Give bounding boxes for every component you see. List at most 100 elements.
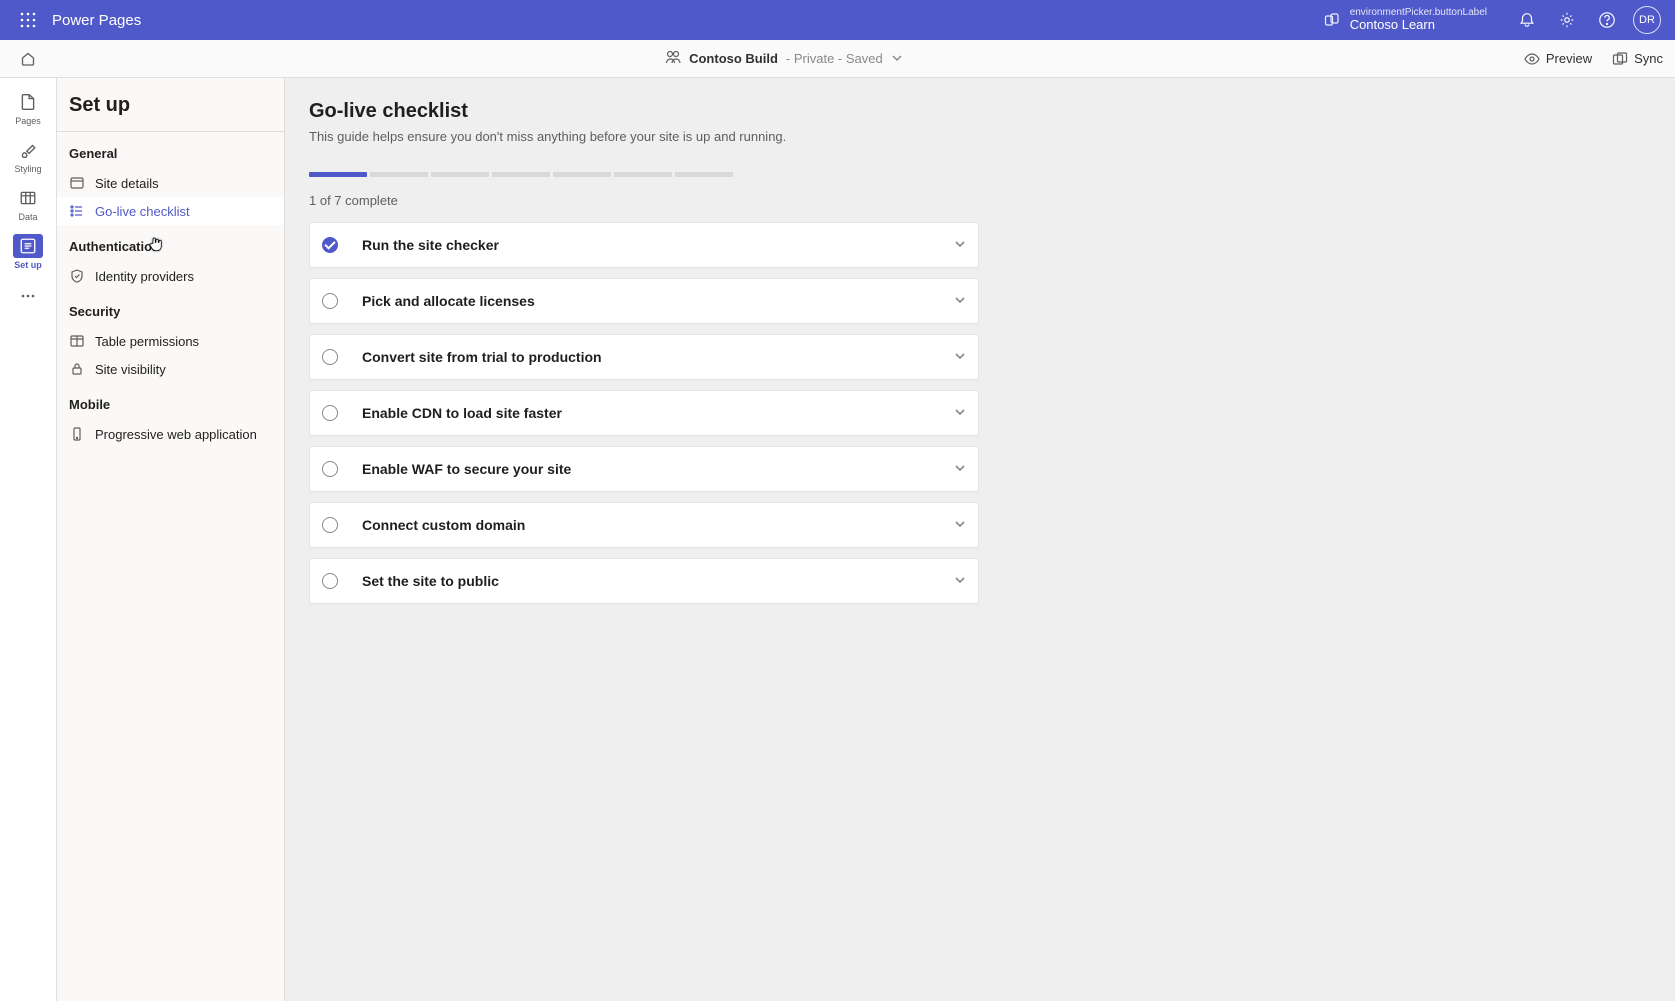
checklist-card-title: Pick and allocate licenses [362,293,954,309]
sidebar-title: Set up [57,78,284,132]
progress-segment [492,172,550,177]
chevron-down-icon [954,573,966,589]
chevron-down-icon [954,461,966,477]
shield-icon [69,268,85,284]
site-picker[interactable]: Contoso Build - Private - Saved [44,49,1524,68]
checklist-card[interactable]: Enable WAF to secure your site [309,446,979,492]
sync-button[interactable]: Sync [1612,51,1663,67]
checklist-card[interactable]: Connect custom domain [309,502,979,548]
progress-segment [614,172,672,177]
section-general: General [57,132,284,169]
app-launcher-icon[interactable] [8,0,48,40]
checklist-card[interactable]: Pick and allocate licenses [309,278,979,324]
empty-circle-icon [322,517,338,533]
sidebar-item-label: Site visibility [95,362,166,377]
sidebar-item-table-permissions[interactable]: Table permissions [57,327,284,355]
sidebar-item-go-live-checklist[interactable]: Go-live checklist [57,197,284,225]
chevron-down-icon [954,517,966,533]
checklist-card-title: Run the site checker [362,237,954,253]
progress-bar [309,172,1651,177]
sync-icon [1612,51,1628,67]
app-title: Power Pages [48,12,141,29]
sync-button-label: Sync [1634,51,1663,66]
progress-segment [431,172,489,177]
empty-circle-icon [322,405,338,421]
setup-icon [13,234,43,258]
nav-rail: Pages Styling Data Set up [0,78,57,1001]
section-security: Security [57,290,284,327]
chevron-down-icon [954,349,966,365]
empty-circle-icon [322,573,338,589]
site-name: Contoso Build [689,51,778,66]
checklist-card-title: Set the site to public [362,573,954,589]
rail-item-label: Pages [15,116,41,126]
sidebar-item-label: Site details [95,176,159,191]
table-icon [69,333,85,349]
site-details-icon [69,175,85,191]
sidebar-item-site-visibility[interactable]: Site visibility [57,355,284,383]
checklist-card[interactable]: Enable CDN to load site faster [309,390,979,436]
rail-item-label: Data [18,212,37,222]
checklist-card-title: Convert site from trial to production [362,349,954,365]
top-bar: Power Pages environmentPicker.buttonLabe… [0,0,1675,40]
page-subtitle: This guide helps ensure you don't miss a… [309,129,1651,144]
environment-picker[interactable]: environmentPicker.buttonLabel Contoso Le… [1314,7,1507,33]
eye-icon [1524,51,1540,67]
site-state: - Private - Saved [786,51,883,66]
sidebar: Set up General Site details Go-live chec… [57,78,285,1001]
chevron-down-icon [954,293,966,309]
help-icon[interactable] [1587,0,1627,40]
check-icon [322,237,338,253]
progress-segment [553,172,611,177]
progress-text: 1 of 7 complete [309,193,1651,208]
environment-icon [1324,12,1340,28]
checklist-card-title: Connect custom domain [362,517,954,533]
preview-button[interactable]: Preview [1524,51,1592,67]
lock-icon [69,361,85,377]
notifications-icon[interactable] [1507,0,1547,40]
sidebar-item-label: Identity providers [95,269,194,284]
sidebar-item-label: Table permissions [95,334,199,349]
rail-item-styling[interactable]: Styling [0,132,56,180]
avatar[interactable]: DR [1633,6,1661,34]
home-icon[interactable] [12,43,44,75]
progress-segment [370,172,428,177]
chevron-down-icon [891,51,903,67]
chevron-down-icon [954,405,966,421]
checklist-icon [69,203,85,219]
environment-name: Contoso Learn [1350,18,1487,33]
avatar-initials: DR [1639,14,1655,26]
checklist-card-title: Enable CDN to load site faster [362,405,954,421]
sidebar-item-label: Go-live checklist [95,204,190,219]
overflow-icon[interactable] [0,276,56,316]
section-mobile: Mobile [57,383,284,420]
sidebar-item-identity-providers[interactable]: Identity providers [57,262,284,290]
checklist-card-title: Enable WAF to secure your site [362,461,954,477]
styling-icon [13,138,43,162]
settings-icon[interactable] [1547,0,1587,40]
ribbon: Contoso Build - Private - Saved Preview … [0,40,1675,78]
sidebar-item-site-details[interactable]: Site details [57,169,284,197]
site-icon [665,49,681,68]
sidebar-item-pwa[interactable]: Progressive web application [57,420,284,448]
progress-segment [675,172,733,177]
content-area: Go-live checklist This guide helps ensur… [285,78,1675,1001]
empty-circle-icon [322,349,338,365]
checklist-card[interactable]: Run the site checker [309,222,979,268]
checklist-card[interactable]: Convert site from trial to production [309,334,979,380]
page-title: Go-live checklist [309,100,1651,123]
rail-item-setup[interactable]: Set up [0,228,56,276]
chevron-down-icon [954,237,966,253]
progress-segment [309,172,367,177]
rail-item-pages[interactable]: Pages [0,84,56,132]
rail-item-label: Styling [14,164,41,174]
sidebar-item-label: Progressive web application [95,427,257,442]
checklist-card[interactable]: Set the site to public [309,558,979,604]
pages-icon [13,90,43,114]
empty-circle-icon [322,461,338,477]
rail-item-data[interactable]: Data [0,180,56,228]
preview-button-label: Preview [1546,51,1592,66]
section-authentication: Authentication [57,225,284,262]
data-icon [13,186,43,210]
environment-hint: environmentPicker.buttonLabel [1350,7,1487,19]
